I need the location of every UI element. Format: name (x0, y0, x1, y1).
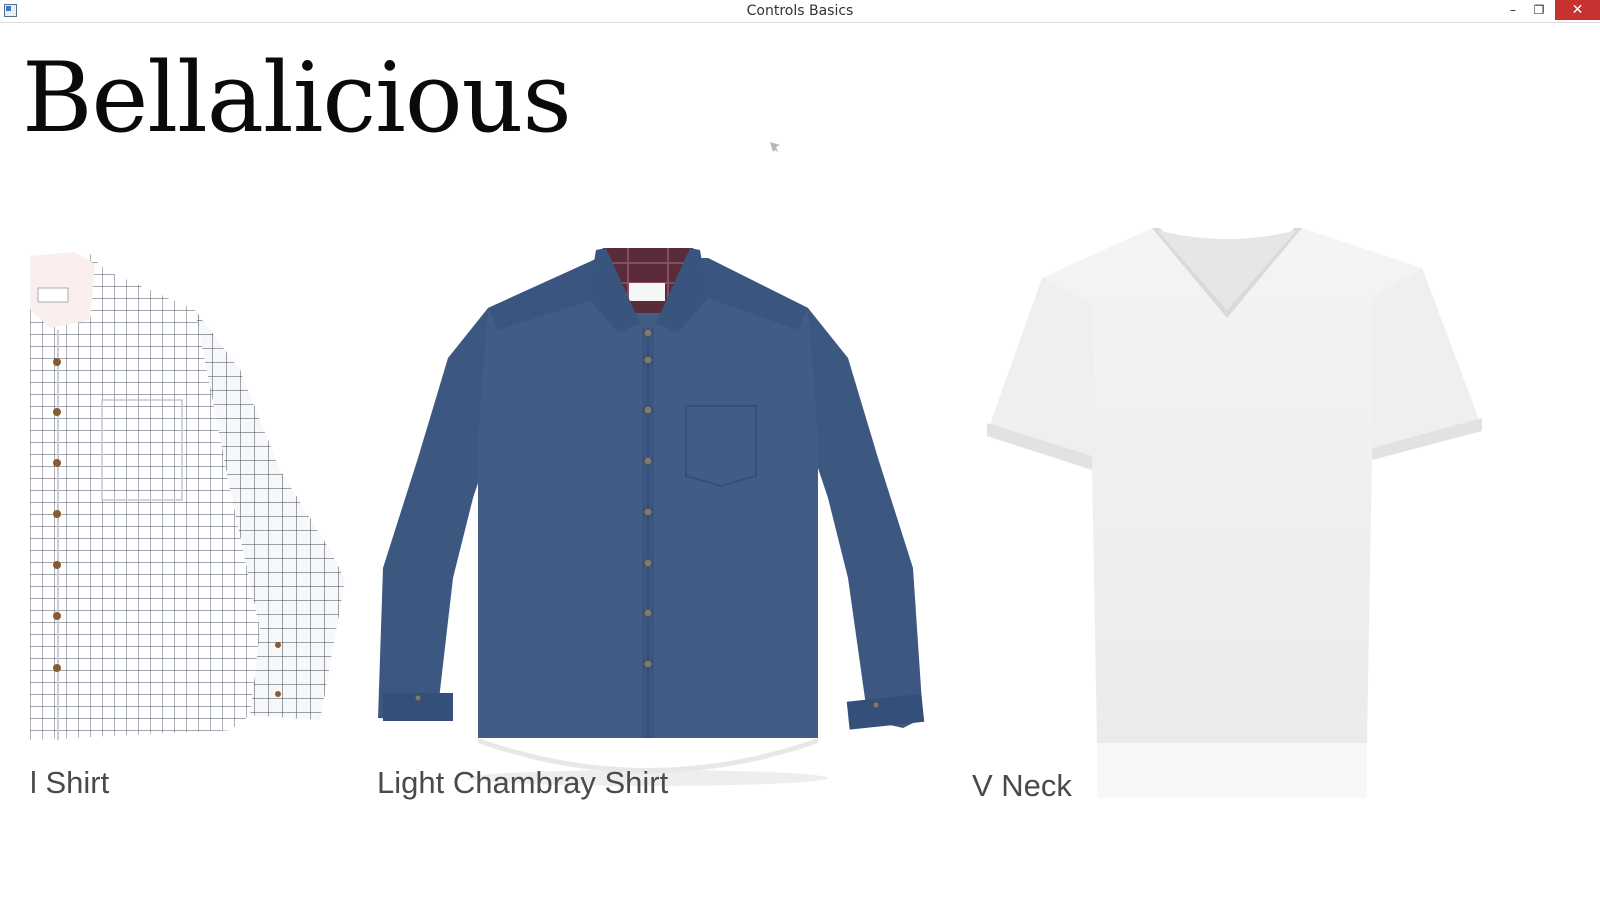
mouse-cursor-icon (770, 142, 780, 152)
product-card[interactable]: V Neck (972, 228, 1512, 818)
window-titlebar: Controls Basics – ❐ ✕ (0, 0, 1600, 23)
brand-title: Bellalicious (22, 42, 572, 154)
product-name: Light Chambray Shirt (377, 765, 669, 800)
product-card[interactable]: Light Chambray Shirt (377, 238, 948, 808)
minimize-button[interactable]: – (1500, 0, 1526, 20)
close-button[interactable]: ✕ (1555, 0, 1600, 20)
restore-button[interactable]: ❐ (1526, 0, 1552, 20)
product-name: V Neck (972, 768, 1072, 803)
plaid-shirt-image (30, 252, 345, 740)
white-vneck-tshirt-image (987, 228, 1482, 798)
window-title: Controls Basics (746, 3, 854, 19)
chambray-shirt-image (378, 248, 925, 786)
product-name: l Shirt (30, 765, 110, 800)
product-card[interactable]: l Shirt (30, 250, 360, 810)
